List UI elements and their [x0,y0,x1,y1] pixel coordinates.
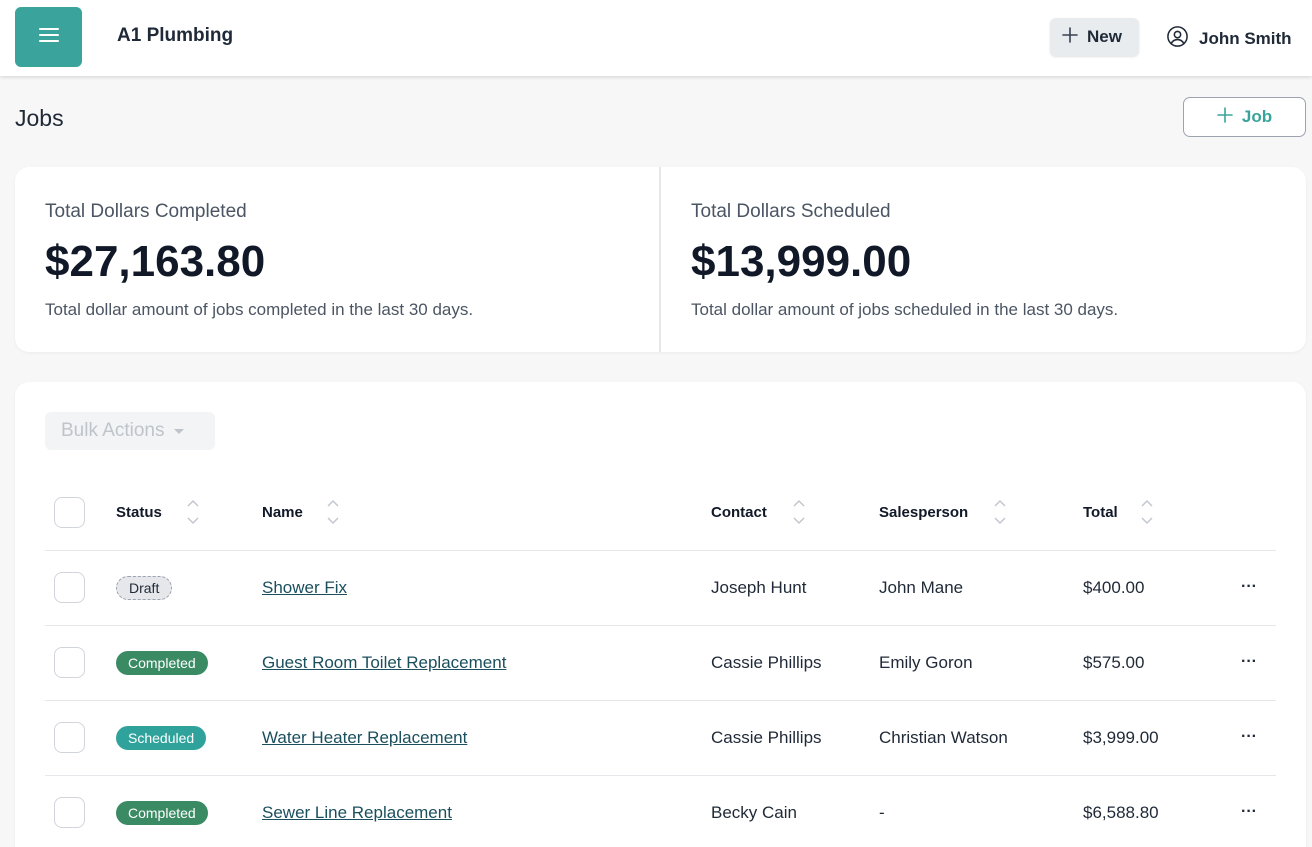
new-button-label: New [1087,27,1122,46]
row-total: $575.00 [1083,653,1145,672]
hamburger-menu-icon [38,27,59,47]
row-salesperson: Christian Watson [879,728,1008,747]
page-title: Jobs [15,105,64,131]
column-header-status[interactable]: Status [116,504,162,521]
row-checkbox[interactable] [54,647,85,678]
row-contact: Cassie Phillips [711,653,822,672]
more-options-icon[interactable]: ··· [1241,578,1257,596]
plus-icon [1217,106,1233,128]
stat-description: Total dollar amount of jobs scheduled in… [691,300,1119,319]
table-row-name[interactable]: Guest Room Toilet Replacement [262,653,506,673]
jobs-table-card: Bulk Actions Status Name Contact Salespe… [15,382,1306,847]
column-header-contact[interactable]: Contact [711,504,767,521]
more-options-icon[interactable]: ··· [1241,653,1257,671]
status-badge: Completed [116,801,208,825]
stat-value: $27,163.80 [45,237,266,286]
user-circle-icon [1166,25,1189,53]
row-total: $3,999.00 [1083,728,1159,747]
select-all-checkbox[interactable] [54,497,85,528]
user-menu[interactable]: John Smith [1166,25,1292,53]
stat-description: Total dollar amount of jobs completed in… [45,300,474,319]
sort-icon[interactable] [792,498,806,526]
add-job-label: Job [1241,107,1273,126]
add-job-button[interactable]: Job [1183,97,1306,137]
caret-down-icon [173,428,184,434]
top-bar: A1 Plumbing New John Smith [0,0,1312,76]
bulk-actions-label: Bulk Actions [61,420,165,441]
status-badge: Draft [116,576,173,600]
sort-icon[interactable] [326,498,340,526]
status-badge: Completed [116,651,208,675]
job-name-link[interactable]: Guest Room Toilet Replacement [262,653,506,672]
table-row-name[interactable]: Sewer Line Replacement [262,803,452,823]
bulk-actions-dropdown[interactable]: Bulk Actions [45,412,215,450]
sort-icon[interactable] [186,498,200,526]
stat-label: Total Dollars Scheduled [691,201,891,222]
row-salesperson: Emily Goron [879,653,973,672]
job-name-link[interactable]: Sewer Line Replacement [262,803,452,822]
stat-value: $13,999.00 [691,237,912,286]
row-divider [45,775,1276,776]
row-checkbox[interactable] [54,797,85,828]
stats-card: Total Dollars Completed $27,163.80 Total… [15,167,1306,352]
column-header-salesperson[interactable]: Salesperson [879,504,968,521]
row-total: $400.00 [1083,578,1145,597]
row-salesperson: John Mane [879,578,964,597]
job-name-link[interactable]: Water Heater Replacement [262,728,467,747]
row-contact: Becky Cain [711,803,797,822]
row-checkbox[interactable] [54,722,85,753]
plus-icon [1062,26,1078,48]
table-row-name[interactable]: Water Heater Replacement [262,728,467,748]
app-title: A1 Plumbing [117,25,234,46]
status-badge: Scheduled [116,726,207,750]
job-name-link[interactable]: Shower Fix [262,578,347,597]
row-total: $6,588.80 [1083,803,1159,822]
new-button[interactable]: New [1050,18,1139,56]
row-salesperson: - [879,803,885,822]
sort-icon[interactable] [993,498,1007,526]
row-contact: Joseph Hunt [711,578,807,597]
stat-label: Total Dollars Completed [45,201,247,222]
row-divider [45,625,1276,626]
user-name: John Smith [1199,29,1292,48]
sort-icon[interactable] [1140,498,1154,526]
more-options-icon[interactable]: ··· [1241,803,1257,821]
column-header-total[interactable]: Total [1083,504,1118,521]
row-checkbox[interactable] [54,572,85,603]
more-options-icon[interactable]: ··· [1241,728,1257,746]
column-header-name[interactable]: Name [262,504,303,521]
table-row-name[interactable]: Shower Fix [262,578,347,598]
menu-button[interactable] [15,7,82,67]
stat-divider [659,167,661,352]
row-divider [45,700,1276,701]
row-contact: Cassie Phillips [711,728,822,747]
row-divider [45,550,1276,551]
